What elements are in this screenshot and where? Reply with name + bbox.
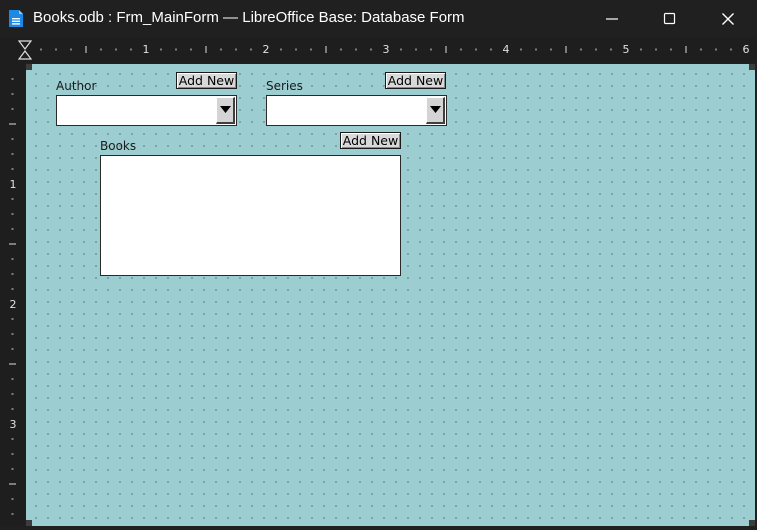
series-dropdown-button[interactable] bbox=[426, 97, 445, 124]
close-button[interactable] bbox=[699, 0, 757, 37]
ruler-label: 2 bbox=[263, 43, 270, 56]
dropdown-arrow-icon bbox=[430, 106, 441, 113]
series-add-new-button[interactable]: Add New bbox=[385, 72, 446, 89]
vertical-ruler-labels: 1 2 3 bbox=[10, 178, 17, 431]
ruler-label: 1 bbox=[143, 43, 150, 56]
books-label: Books bbox=[100, 139, 137, 153]
form-canvas[interactable]: Author Add New Series Add New Books Add … bbox=[26, 64, 755, 526]
ruler-label: 1 bbox=[10, 178, 17, 191]
books-listbox[interactable] bbox=[100, 155, 401, 276]
page-corner-mark bbox=[26, 64, 32, 70]
page-corner-mark bbox=[749, 64, 755, 70]
page-corner-mark bbox=[26, 520, 32, 526]
libreoffice-base-document-icon bbox=[8, 9, 24, 28]
vertical-ruler-ticks bbox=[9, 78, 16, 515]
ruler-label: 3 bbox=[10, 418, 17, 431]
ruler-label: 3 bbox=[383, 43, 390, 56]
ruler-label: 4 bbox=[503, 43, 510, 56]
author-add-new-button[interactable]: Add New bbox=[176, 72, 237, 89]
vertical-ruler-scale: 1 2 3 bbox=[9, 78, 17, 515]
horizontal-ruler[interactable]: 1 2 3 4 5 6 bbox=[0, 37, 757, 62]
ruler-label: 2 bbox=[10, 298, 17, 311]
ruler-label: 5 bbox=[623, 43, 630, 56]
author-combobox[interactable] bbox=[56, 95, 237, 126]
minimize-button[interactable] bbox=[583, 0, 641, 37]
minimize-icon bbox=[606, 18, 618, 20]
tab-stop-icon[interactable] bbox=[17, 40, 33, 64]
series-combobox[interactable] bbox=[266, 95, 447, 126]
vertical-ruler[interactable]: 1 2 3 bbox=[0, 62, 25, 526]
maximize-button[interactable] bbox=[641, 0, 699, 37]
dropdown-arrow-icon bbox=[220, 106, 231, 113]
horizontal-ruler-scale: 1 2 3 4 5 6 bbox=[40, 43, 750, 56]
window-title: Books.odb : Frm_MainForm — LibreOffice B… bbox=[33, 9, 465, 26]
author-label: Author bbox=[56, 79, 97, 93]
series-label: Series bbox=[266, 79, 303, 93]
author-dropdown-button[interactable] bbox=[216, 97, 235, 124]
title-bar[interactable]: Books.odb : Frm_MainForm — LibreOffice B… bbox=[0, 0, 757, 37]
maximize-icon bbox=[663, 12, 676, 25]
books-add-new-button[interactable]: Add New bbox=[340, 132, 401, 149]
close-icon bbox=[722, 13, 734, 25]
ruler-label: 6 bbox=[743, 43, 750, 56]
page-corner-mark bbox=[749, 520, 755, 526]
